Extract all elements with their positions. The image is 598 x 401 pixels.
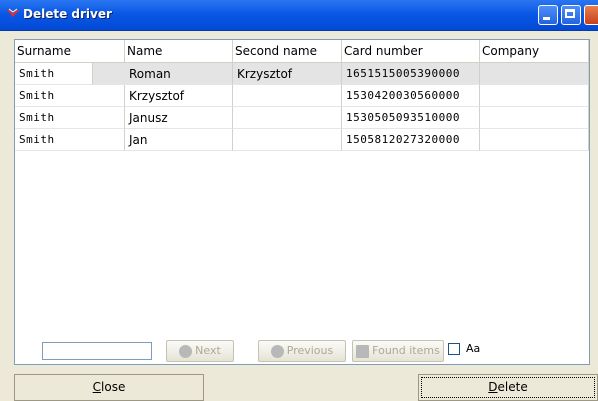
cell-surname: Smith — [15, 85, 125, 107]
arrow-up-circle-icon — [270, 344, 284, 358]
cell-card-number: 1530420030560000 — [342, 85, 480, 107]
window-title: Delete driver — [23, 7, 112, 21]
delete-button-label: Delete — [488, 380, 528, 394]
column-header-company[interactable]: Company — [480, 40, 589, 62]
found-items-label: Found items — [372, 344, 440, 357]
app-logo-icon — [7, 8, 19, 17]
cell-card-number: 1505812027320000 — [342, 129, 480, 151]
list-check-icon — [356, 344, 370, 358]
column-header-second-name[interactable]: Second name — [233, 40, 342, 62]
delete-driver-window: Delete driver Surname Name Second name C… — [0, 0, 598, 401]
drivers-grid[interactable]: Surname Name Second name Card number Com… — [14, 39, 590, 365]
button-bar: Close Delete — [0, 372, 598, 401]
cell-company — [480, 85, 589, 107]
next-label: Next — [195, 344, 221, 357]
cell-card-number: 1651515005390000 — [342, 63, 480, 85]
cell-surname: Smith — [15, 63, 93, 85]
minimize-button[interactable] — [538, 5, 558, 25]
close-button[interactable]: Close — [14, 374, 204, 401]
title-bar[interactable]: Delete driver — [0, 0, 598, 31]
close-button-label: Close — [92, 380, 126, 394]
cell-company — [480, 129, 589, 151]
delete-button[interactable]: Delete — [418, 374, 598, 401]
cell-name: Jan — [125, 129, 233, 151]
cell-name: Janusz — [125, 107, 233, 129]
table-row[interactable]: Smith Roman Krzysztof 1651515005390000 — [15, 63, 589, 85]
next-button[interactable]: Next — [166, 340, 234, 362]
previous-button[interactable]: Previous — [258, 340, 346, 362]
column-header-surname[interactable]: Surname — [15, 40, 125, 62]
match-case-label: Aa — [466, 342, 481, 355]
column-header-name[interactable]: Name — [125, 40, 233, 62]
cell-surname: Smith — [15, 129, 125, 151]
cell-company — [480, 63, 589, 85]
cell-second-name — [233, 107, 342, 129]
cell-surname: Smith — [15, 107, 125, 129]
cell-name: Krzysztof — [125, 85, 233, 107]
cell-second-name — [233, 129, 342, 151]
vertical-scrollbar[interactable] — [589, 40, 590, 365]
cell-second-name — [233, 85, 342, 107]
previous-label: Previous — [286, 344, 334, 357]
table-row[interactable]: Smith Krzysztof 1530420030560000 — [15, 85, 589, 107]
found-items-button[interactable]: Found items — [352, 340, 444, 362]
table-row[interactable]: Smith Jan 1505812027320000 — [15, 129, 589, 151]
search-toolbar: Next Previous Found items Aa — [14, 338, 590, 364]
cell-card-number: 1530505093510000 — [342, 107, 480, 129]
close-window-button[interactable] — [584, 5, 598, 25]
table-row[interactable]: Smith Janusz 1530505093510000 — [15, 107, 589, 129]
grid-header: Surname Name Second name Card number Com… — [15, 40, 589, 63]
arrow-down-circle-icon — [179, 344, 193, 358]
cell-name: Roman — [93, 63, 233, 85]
column-header-card-number[interactable]: Card number — [342, 40, 480, 62]
cell-second-name: Krzysztof — [233, 63, 342, 85]
checkbox-box[interactable] — [448, 343, 460, 355]
maximize-button[interactable] — [561, 5, 581, 25]
cell-company — [480, 107, 589, 129]
search-input[interactable] — [42, 342, 152, 360]
